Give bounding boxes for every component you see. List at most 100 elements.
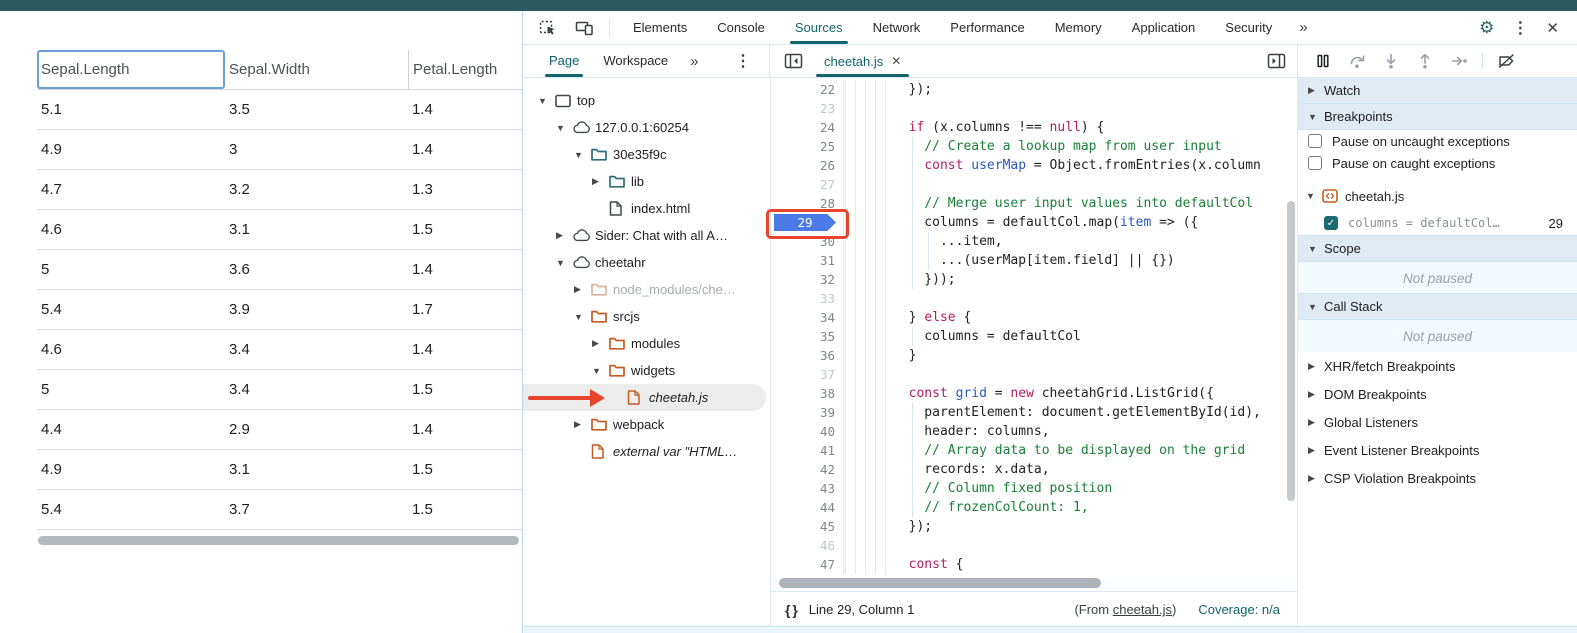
line-number[interactable]: 24 — [771, 118, 841, 137]
line-number[interactable]: 27 — [771, 175, 841, 194]
navigator-menu-icon[interactable]: ⋮ — [729, 51, 769, 71]
sidebar-section-csp-violation-breakpoints[interactable]: ▶CSP Violation Breakpoints — [1298, 464, 1577, 492]
step-into-icon[interactable] — [1380, 53, 1402, 70]
step-icon[interactable] — [1448, 53, 1470, 70]
editor-horizontal-scrollbar[interactable] — [775, 577, 1290, 589]
grid-cell[interactable]: 1.5 — [408, 490, 522, 529]
breakpoint-badge[interactable]: 29 — [774, 214, 836, 231]
line-number[interactable]: 22 — [771, 80, 841, 99]
code-line[interactable]: 42 records: x.data, — [771, 460, 1297, 479]
grid-cell[interactable]: 1.4 — [408, 410, 522, 449]
code-line[interactable]: 35 columns = defaultCol — [771, 327, 1297, 346]
sidebar-section-breakpoints[interactable]: ▼Breakpoints — [1298, 103, 1577, 130]
tree-item-30e35f9c[interactable]: ▼30e35f9c — [523, 141, 770, 168]
more-tabs-button[interactable]: » — [1287, 19, 1319, 36]
grid-cell[interactable]: 1.4 — [408, 330, 522, 369]
line-number[interactable]: 28 — [771, 194, 841, 213]
sidebar-section-dom-breakpoints[interactable]: ▶DOM Breakpoints — [1298, 380, 1577, 408]
step-out-icon[interactable] — [1414, 53, 1436, 70]
section-arrow-icon[interactable]: ▶ — [1308, 361, 1324, 372]
pause-exceptions-option[interactable]: Pause on caught exceptions — [1298, 152, 1577, 174]
grid-cell[interactable]: 4.9 — [37, 130, 225, 169]
deactivate-breakpoints-icon[interactable] — [1495, 53, 1517, 70]
line-number[interactable]: 31 — [771, 251, 841, 270]
grid-horizontal-scrollbar[interactable] — [37, 536, 522, 546]
tree-item-node-modules-che-[interactable]: ▶node_modules/che… — [523, 276, 770, 303]
grid-cell[interactable]: 5.4 — [37, 490, 225, 529]
tree-item-widgets[interactable]: ▼widgets — [523, 357, 770, 384]
tree-item-index-html[interactable]: index.html — [523, 195, 770, 222]
line-number[interactable]: 36 — [771, 346, 841, 365]
breakpoint-gutter[interactable]: 29 — [771, 213, 841, 232]
line-number[interactable]: 25 — [771, 137, 841, 156]
settings-gear-icon[interactable]: ⚙ — [1473, 18, 1500, 38]
tree-arrow-icon[interactable]: ▶ — [574, 419, 591, 430]
grid-cell[interactable]: 3.4 — [225, 330, 408, 369]
line-number[interactable]: 38 — [771, 384, 841, 403]
grid-cell[interactable]: 3.4 — [225, 370, 408, 409]
tree-item-srcjs[interactable]: ▼srcjs — [523, 303, 770, 330]
code-line[interactable]: 45 }); — [771, 517, 1297, 536]
tree-item-sider-chat-with-all-a-[interactable]: ▶Sider: Chat with all A… — [523, 222, 770, 249]
line-number[interactable]: 47 — [771, 555, 841, 574]
section-arrow-icon[interactable]: ▶ — [1308, 85, 1324, 96]
editor-scrollbar-thumb[interactable] — [779, 578, 1101, 588]
tree-arrow-icon[interactable]: ▶ — [592, 338, 609, 349]
grid-cell[interactable]: 4.6 — [37, 330, 225, 369]
breakpoint-entry[interactable]: ✓columns = defaultCol…29 — [1298, 210, 1577, 236]
grid-cell[interactable]: 1.5 — [408, 210, 522, 249]
code-line[interactable]: 47 const { — [771, 555, 1297, 574]
grid-cell[interactable]: 5.4 — [37, 290, 225, 329]
code-line[interactable]: 27 — [771, 175, 1297, 194]
line-number[interactable]: 39 — [771, 403, 841, 422]
tree-item-external-var-html-[interactable]: external var "HTML… — [523, 438, 770, 465]
section-arrow-icon[interactable]: ▶ — [1308, 445, 1324, 456]
line-number[interactable]: 45 — [771, 517, 841, 536]
code-line[interactable]: 22 }); — [771, 80, 1297, 99]
code-line[interactable]: 44 // frozenColCount: 1, — [771, 498, 1297, 517]
editor-tab-cheetah-js[interactable]: cheetah.js ✕ — [814, 45, 911, 77]
grid-cell[interactable]: 3 — [225, 130, 408, 169]
grid-header-cell[interactable]: Petal.Length — [408, 50, 522, 89]
line-number[interactable]: 33 — [771, 289, 841, 308]
sidebar-section-scope[interactable]: ▼Scope — [1298, 235, 1577, 262]
code-line[interactable]: 37 — [771, 365, 1297, 384]
checkbox[interactable] — [1308, 156, 1322, 170]
pause-exceptions-option[interactable]: Pause on uncaught exceptions — [1298, 130, 1577, 152]
code-line[interactable]: 46 — [771, 536, 1297, 555]
code-line[interactable]: 33 — [771, 289, 1297, 308]
grid-cell[interactable]: 2.9 — [225, 410, 408, 449]
coverage-link[interactable]: Coverage: n/a — [1198, 602, 1280, 617]
grid-cell[interactable]: 1.4 — [408, 130, 522, 169]
source-file-link[interactable]: cheetah.js — [1113, 602, 1172, 617]
section-arrow-icon[interactable]: ▼ — [1308, 244, 1324, 254]
line-number[interactable]: 34 — [771, 308, 841, 327]
code-line[interactable]: 28 // Merge user input values into defau… — [771, 194, 1297, 213]
section-arrow-icon[interactable]: ▶ — [1308, 417, 1324, 428]
grid-cell[interactable]: 5.1 — [37, 90, 225, 129]
tree-item-127-0-0-1-60254[interactable]: ▼127.0.0.1:60254 — [523, 114, 770, 141]
grid-cell[interactable]: 1.5 — [408, 370, 522, 409]
code-line[interactable]: 32 })); — [771, 270, 1297, 289]
grid-cell[interactable]: 3.9 — [225, 290, 408, 329]
line-number[interactable]: 40 — [771, 422, 841, 441]
line-number[interactable]: 35 — [771, 327, 841, 346]
code-line[interactable]: 25 // Create a lookup map from user inpu… — [771, 137, 1297, 156]
more-nav-tabs-button[interactable]: » — [680, 53, 708, 70]
grid-cell[interactable]: 3.5 — [225, 90, 408, 129]
tree-arrow-icon[interactable]: ▼ — [592, 366, 609, 376]
more-options-icon[interactable]: ⋮ — [1506, 18, 1534, 38]
breakpoint-file-group[interactable]: ▼cheetah.js — [1298, 182, 1577, 210]
grid-header-cell[interactable]: Sepal.Length — [37, 50, 225, 89]
grid-cell[interactable]: 3.7 — [225, 490, 408, 529]
tree-item-webpack[interactable]: ▶webpack — [523, 411, 770, 438]
breakpoint-checkbox[interactable]: ✓ — [1324, 216, 1338, 230]
grid-cell[interactable]: 1.7 — [408, 290, 522, 329]
nav-tab-page[interactable]: Page — [537, 45, 591, 77]
tree-item-top[interactable]: ▼top — [523, 87, 770, 114]
editor-vertical-scrollbar-thumb[interactable] — [1287, 201, 1295, 501]
tree-item-cheetahr[interactable]: ▼cheetahr — [523, 249, 770, 276]
devtools-tab-memory[interactable]: Memory — [1040, 11, 1117, 44]
devtools-tab-application[interactable]: Application — [1117, 11, 1211, 44]
tree-arrow-icon[interactable]: ▶ — [556, 230, 573, 241]
